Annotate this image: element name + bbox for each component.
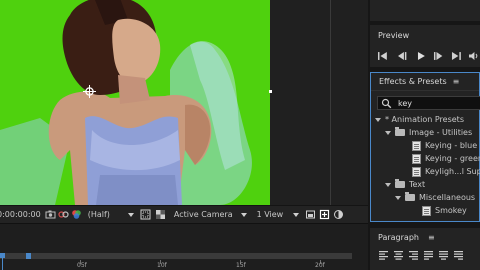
reset-exposure-icon[interactable] xyxy=(333,209,344,220)
tree-item-text[interactable]: Text xyxy=(385,178,425,191)
effects-presets-panel: Effects & Presets ≡ * Animation Presets … xyxy=(370,72,480,222)
effects-panel-header[interactable]: Effects & Presets ≡ xyxy=(371,73,479,91)
view-layout-dropdown-arrow[interactable] xyxy=(293,212,300,217)
preset-icon xyxy=(412,153,421,164)
effects-search-input[interactable] xyxy=(398,98,478,108)
previous-frame-icon[interactable] xyxy=(397,51,409,61)
last-frame-icon[interactable] xyxy=(450,51,462,61)
expand-arrow-icon[interactable] xyxy=(395,195,401,200)
ruler-tick-label: 20f xyxy=(315,262,325,269)
tree-item-label: * Animation Presets xyxy=(385,115,464,124)
camera-dropdown-arrow[interactable] xyxy=(240,212,247,217)
expand-arrow-icon[interactable] xyxy=(375,117,381,122)
effects-panel-title: Effects & Presets xyxy=(379,77,447,86)
preview-title: Preview xyxy=(378,30,410,40)
paragraph-align-row xyxy=(378,250,464,261)
tree-item-keying-blue[interactable]: Keying - blue b xyxy=(412,139,480,152)
tree-item-image-utilities[interactable]: Image - Utilities xyxy=(385,126,472,139)
justify-last-right-icon[interactable] xyxy=(453,250,464,261)
next-frame-icon[interactable] xyxy=(432,51,444,61)
ruler-tick-label: 10f xyxy=(157,262,167,269)
folder-icon xyxy=(395,179,405,188)
expand-arrow-icon[interactable] xyxy=(385,130,391,135)
color-channel-icon[interactable] xyxy=(71,209,82,220)
audio-icon[interactable] xyxy=(468,51,480,61)
tree-item-keying-green[interactable]: Keying - green xyxy=(412,152,480,165)
align-right-icon[interactable] xyxy=(408,250,419,261)
region-of-interest-icon[interactable] xyxy=(140,209,151,220)
justify-last-left-icon[interactable] xyxy=(423,250,434,261)
play-icon[interactable] xyxy=(415,51,427,61)
paragraph-panel: Paragraph ≡ xyxy=(370,228,480,270)
expand-arrow-icon[interactable] xyxy=(385,182,391,187)
ruler-tick-label: 15f xyxy=(236,262,246,269)
snapshot-icon[interactable] xyxy=(45,209,56,220)
top-empty-panel xyxy=(370,0,480,21)
time-ruler[interactable]: 05f 10f 15f 20f xyxy=(0,260,352,270)
transparency-grid-icon[interactable] xyxy=(155,209,166,220)
panel-menu-icon[interactable]: ≡ xyxy=(453,77,460,86)
view-layout-dropdown[interactable]: 1 View xyxy=(257,210,284,219)
tree-item-label: Keying - blue b xyxy=(425,141,480,150)
effects-tree: * Animation Presets Image - Utilities Ke… xyxy=(371,113,480,221)
search-icon xyxy=(381,98,392,108)
justify-last-center-icon[interactable] xyxy=(438,250,449,261)
tree-item-label: Smokey xyxy=(435,206,467,215)
work-area-bar[interactable] xyxy=(0,253,352,259)
preset-icon xyxy=(412,166,421,177)
toggle-3d-view-icon[interactable] xyxy=(319,209,330,220)
layer-handle[interactable] xyxy=(269,90,272,93)
dancer-image xyxy=(0,0,270,205)
composition-viewer[interactable] xyxy=(0,0,368,205)
folder-icon xyxy=(395,127,405,136)
tree-item-label: Keyligh...l Supp xyxy=(425,167,480,176)
ruler-tick-label: 05f xyxy=(77,262,87,269)
work-area-end-marker[interactable] xyxy=(26,253,31,259)
camera-dropdown[interactable]: Active Camera xyxy=(174,210,233,219)
effects-search-box[interactable] xyxy=(377,96,480,110)
viewer-divider xyxy=(330,0,331,205)
anchor-point-icon[interactable] xyxy=(83,85,96,98)
timeline-panel[interactable]: 05f 10f 15f 20f xyxy=(0,223,368,270)
preset-icon xyxy=(412,140,421,151)
tree-item-label: Miscellaneous xyxy=(419,193,476,202)
preview-panel-header[interactable]: Preview xyxy=(370,25,480,45)
timecode-display[interactable]: 0:00:00:00 xyxy=(0,210,41,219)
paragraph-panel-title: Paragraph xyxy=(378,232,419,242)
align-left-icon[interactable] xyxy=(378,250,389,261)
tree-item-miscellaneous[interactable]: Miscellaneous xyxy=(395,191,475,204)
folder-icon xyxy=(405,192,415,201)
preview-controls xyxy=(370,45,480,67)
resolution-dropdown[interactable]: (Half) xyxy=(88,210,110,219)
paragraph-panel-header[interactable]: Paragraph ≡ xyxy=(370,228,480,246)
panel-menu-icon[interactable]: ≡ xyxy=(428,233,435,242)
first-frame-icon[interactable] xyxy=(377,51,389,61)
tree-item-label: Keying - green xyxy=(425,154,480,163)
tree-item-keylight-suppression[interactable]: Keyligh...l Supp xyxy=(412,165,480,178)
preset-icon xyxy=(422,205,431,216)
playhead[interactable] xyxy=(0,253,5,270)
tree-item-label: Image - Utilities xyxy=(409,128,473,137)
resolution-dropdown-arrow[interactable] xyxy=(127,212,134,217)
tree-item-label: Text xyxy=(409,180,426,189)
show-snapshot-icon[interactable] xyxy=(58,209,69,220)
viewer-toolbar: 0:00:00:00 (Half) Active Camera 1 View xyxy=(0,205,368,223)
tree-item-smokey[interactable]: Smokey xyxy=(422,204,467,217)
align-center-icon[interactable] xyxy=(393,250,404,261)
green-screen-footage[interactable] xyxy=(0,0,270,205)
tree-item-animation-presets[interactable]: * Animation Presets xyxy=(375,113,464,126)
fast-previews-icon[interactable] xyxy=(305,209,316,220)
right-panel-column: Preview Effects & Presets ≡ key * Animat… xyxy=(368,0,480,270)
